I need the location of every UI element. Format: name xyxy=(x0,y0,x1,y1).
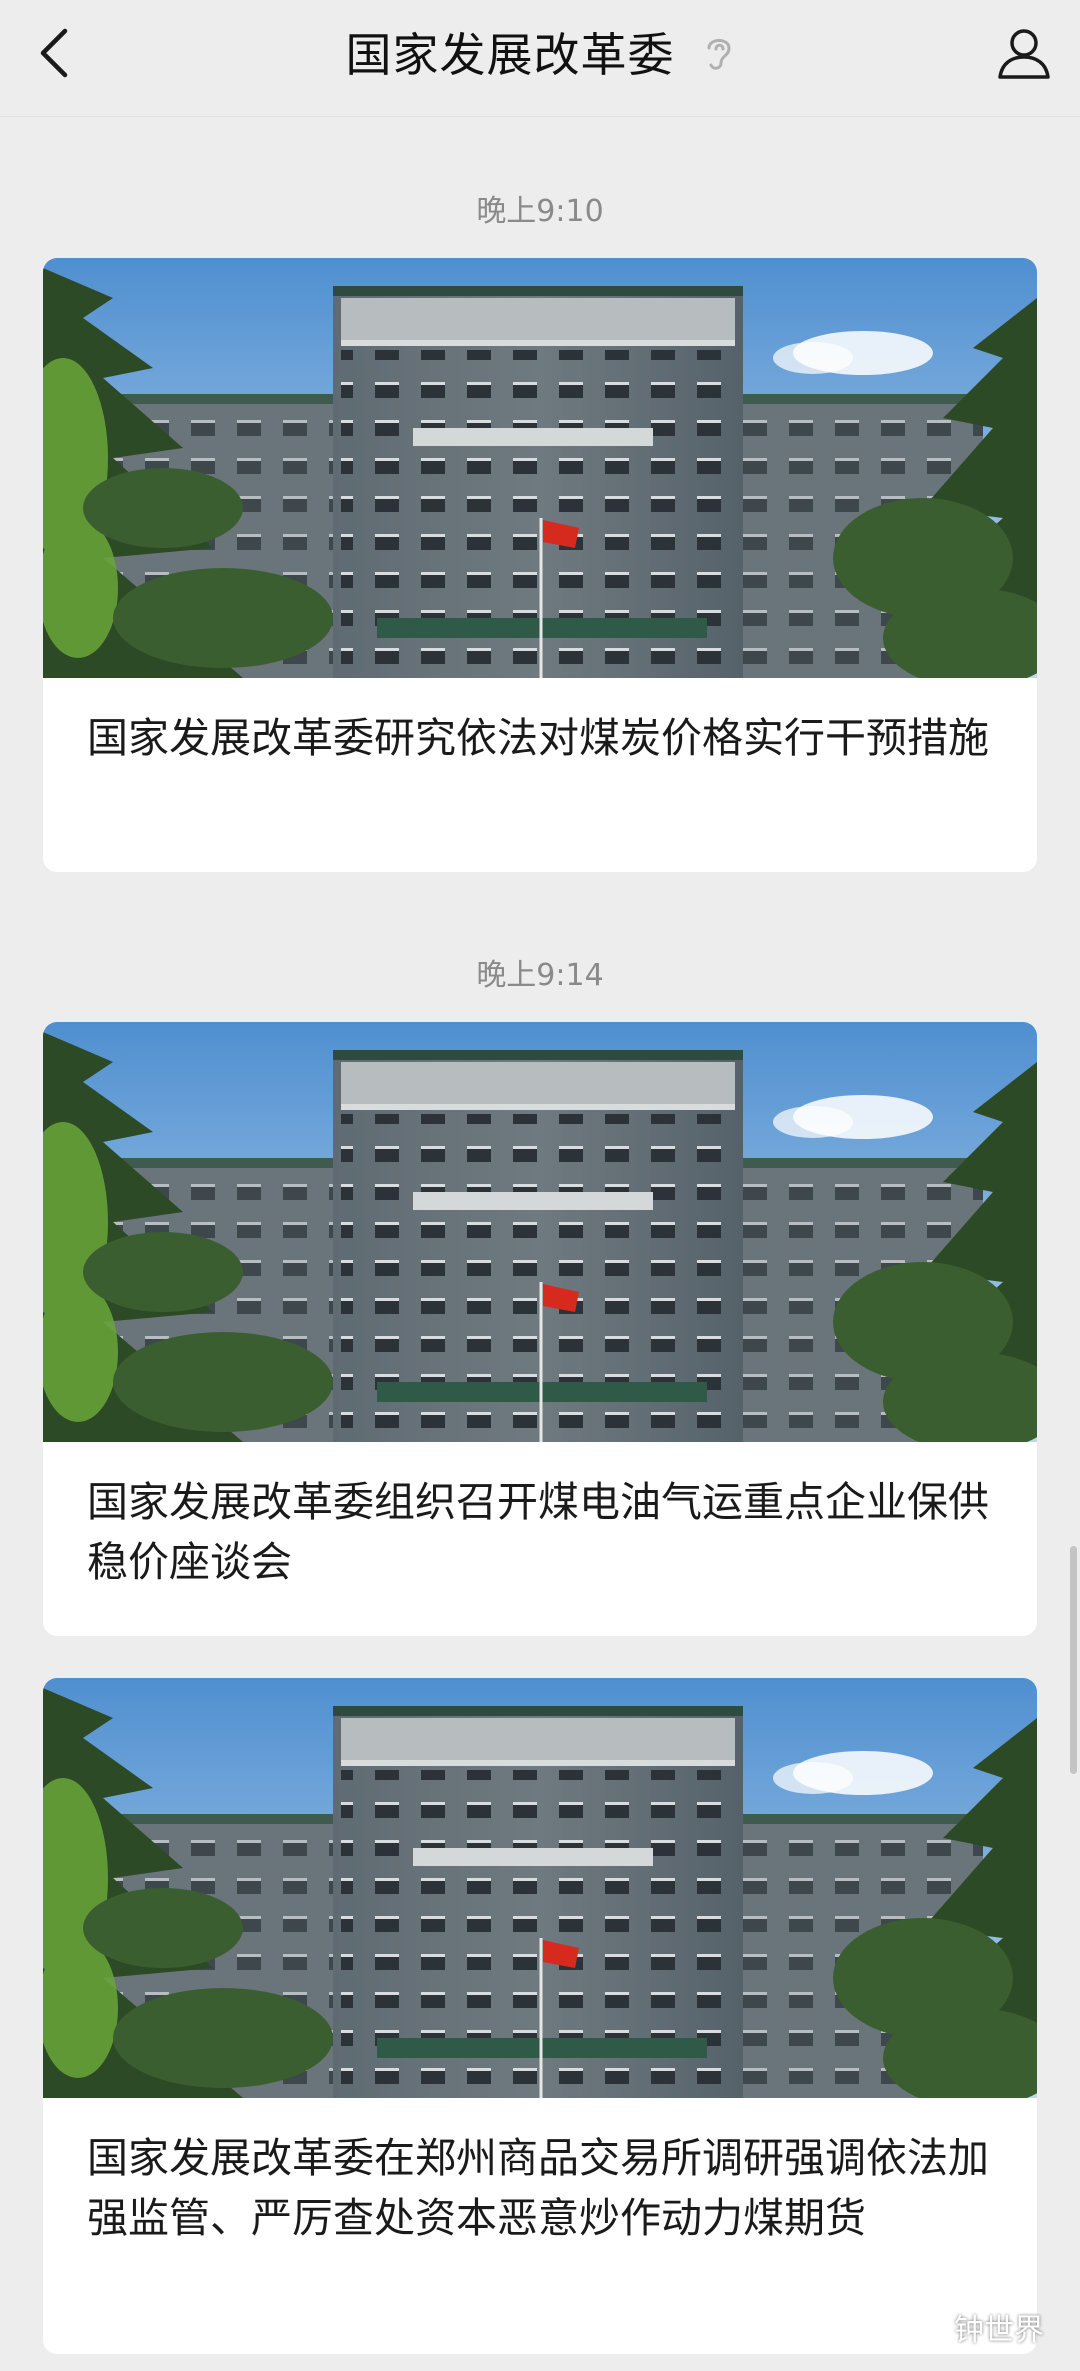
article-cover-image xyxy=(43,1678,1037,2098)
article-title: 国家发展改革委在郑州商品交易所调研强调依法加强监管、严厉查处资本恶意炒作动力煤期… xyxy=(87,2134,989,2242)
article-card[interactable]: 国家发展改革委在郑州商品交易所调研强调依法加强监管、严厉查处资本恶意炒作动力煤期… xyxy=(43,1678,1037,2354)
article-cover-image xyxy=(43,1022,1037,1442)
message-timestamp: 晚上9:10 xyxy=(476,194,604,229)
top-navigation-bar: 国家发展改革委 xyxy=(0,0,1080,117)
official-account-page: 国家发展改革委 晚上9:10 国家发展改革委研究依法对煤炭价格实行干预措施 晚上… xyxy=(0,0,1080,2371)
message-timestamp: 晚上9:14 xyxy=(476,958,604,993)
person-icon xyxy=(998,29,1050,79)
watermark: 钟世界 xyxy=(904,2305,1044,2349)
article-title: 国家发展改革委研究依法对煤炭价格实行干预措施 xyxy=(87,714,989,762)
article-card[interactable]: 国家发展改革委组织召开煤电油气运重点企业保供稳价座谈会 xyxy=(43,1022,1037,1636)
article-cover-image xyxy=(43,258,1037,678)
ear-icon[interactable] xyxy=(701,32,735,72)
article-card[interactable]: 国家发展改革委研究依法对煤炭价格实行干预措施 xyxy=(43,258,1037,872)
page-title: 国家发展改革委 xyxy=(345,28,675,82)
wechat-icon xyxy=(904,2311,943,2341)
profile-button[interactable] xyxy=(990,18,1058,88)
watermark-text: 钟世界 xyxy=(954,2313,1044,2348)
title-area: 国家发展改革委 xyxy=(0,0,1080,104)
article-title: 国家发展改革委组织召开煤电油气运重点企业保供稳价座谈会 xyxy=(87,1478,989,1586)
scrollbar[interactable] xyxy=(1070,1546,1077,1774)
